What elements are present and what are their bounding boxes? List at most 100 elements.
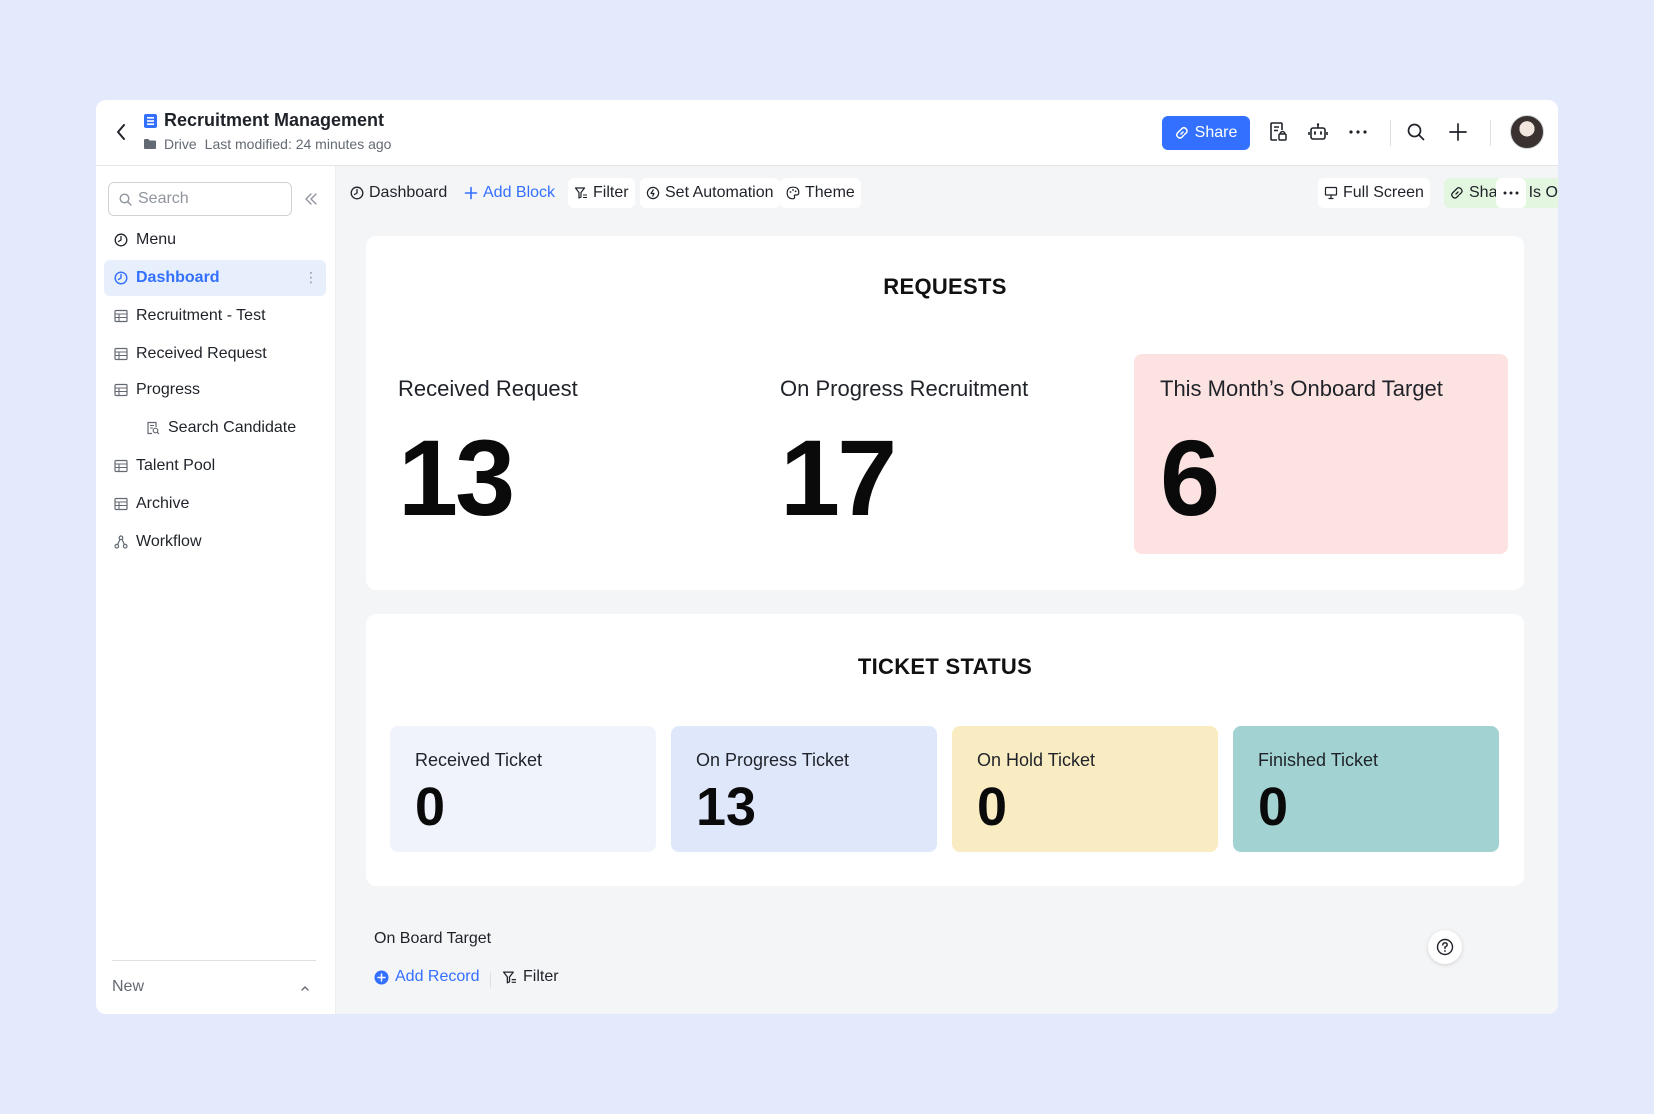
presentation-icon xyxy=(1324,186,1338,200)
drive-link[interactable]: Drive xyxy=(164,136,197,152)
sidebar-item-label: Received Request xyxy=(136,345,267,362)
sidebar-item-archive[interactable]: Archive xyxy=(104,486,326,522)
sidebar-item-workflow[interactable]: Workflow xyxy=(104,524,326,560)
metric-value: 6 xyxy=(1160,417,1220,538)
full-screen-button[interactable]: Full Screen xyxy=(1318,178,1430,208)
metric-value: 13 xyxy=(398,417,515,538)
filter-button[interactable]: Filter xyxy=(568,178,635,208)
sidebar-item-label: Archive xyxy=(136,495,190,512)
sidebar-divider xyxy=(112,960,316,961)
filter-label: Filter xyxy=(593,184,629,201)
search-icon xyxy=(1407,123,1425,141)
metric-card-onboard-target[interactable]: This Month’s Onboard Target 6 xyxy=(1134,354,1508,554)
filter-icon xyxy=(502,971,516,983)
ticket-card-received[interactable]: Received Ticket 0 xyxy=(390,726,656,852)
page-title[interactable]: Recruitment Management xyxy=(164,110,384,131)
metric-value: 17 xyxy=(780,417,897,538)
table-icon xyxy=(114,497,128,511)
onboard-target-title: On Board Target xyxy=(374,930,492,947)
plus-circle-icon xyxy=(374,970,389,984)
toolbar-divider xyxy=(490,972,491,988)
search-button[interactable] xyxy=(1404,120,1428,144)
ticket-card-on-hold[interactable]: On Hold Ticket 0 xyxy=(952,726,1218,852)
help-button[interactable] xyxy=(1428,930,1462,964)
record-filter-label: Filter xyxy=(523,968,559,985)
sidebar-item-label: Search Candidate xyxy=(168,419,297,436)
ticket-value: 0 xyxy=(1258,777,1289,837)
sidebar-item-dashboard[interactable]: Dashboard ⋮ xyxy=(104,260,326,296)
ticket-value: 13 xyxy=(696,777,757,837)
ticket-card-finished[interactable]: Finished Ticket 0 xyxy=(1233,726,1499,852)
main-content: Dashboard Add Block Filter Set Automatio… xyxy=(336,166,1558,1014)
toolbar-dashboard[interactable]: Dashboard xyxy=(344,178,453,208)
share-button[interactable]: Share xyxy=(1162,116,1250,150)
sidebar-item-label: Progress xyxy=(136,381,201,398)
table-icon xyxy=(114,309,128,323)
sidebar-item-label: Menu xyxy=(136,231,177,248)
add-record-button[interactable]: Add Record xyxy=(374,968,480,986)
table-icon xyxy=(114,459,128,473)
chevron-up-icon[interactable] xyxy=(300,984,310,992)
folder-icon xyxy=(144,139,156,149)
breadcrumb: Drive Last modified: 24 minutes ago xyxy=(144,136,391,152)
sidebar-search-input[interactable]: Search xyxy=(108,182,292,216)
kebab-menu-icon[interactable]: ⋮ xyxy=(304,269,318,286)
ai-assistant-button[interactable] xyxy=(1306,120,1330,144)
top-bar: Recruitment Management Drive Last modifi… xyxy=(96,100,1558,166)
new-button[interactable]: New xyxy=(112,978,144,996)
base-icon xyxy=(144,114,157,128)
ticket-value: 0 xyxy=(977,777,1008,837)
dashboard-icon xyxy=(350,186,364,200)
theme-label: Theme xyxy=(805,184,855,201)
create-button[interactable] xyxy=(1446,120,1470,144)
ticket-card-on-progress[interactable]: On Progress Ticket 13 xyxy=(671,726,937,852)
set-automation-button[interactable]: Set Automation xyxy=(640,178,780,208)
sidebar-item-menu[interactable]: Menu xyxy=(104,222,326,258)
header-divider xyxy=(1490,120,1491,146)
document-lock-icon xyxy=(1270,122,1287,141)
search-icon xyxy=(119,192,132,206)
sidebar-item-label: Dashboard xyxy=(136,269,220,286)
workflow-icon xyxy=(114,535,128,549)
doc-settings-button[interactable] xyxy=(1266,120,1290,144)
sidebar-item-talent-pool[interactable]: Talent Pool xyxy=(104,448,326,484)
dashboard-icon xyxy=(114,233,128,247)
last-modified: Last modified: 24 minutes ago xyxy=(204,136,392,152)
sidebar-item-recruitment-test[interactable]: Recruitment - Test xyxy=(104,298,326,334)
share-label: Share xyxy=(1194,124,1238,141)
chevron-left-icon xyxy=(117,124,125,140)
metric-label: This Month’s Onboard Target xyxy=(1160,376,1443,401)
sidebar-item-search-candidate[interactable]: Search Candidate xyxy=(104,410,326,446)
more-options-button[interactable] xyxy=(1346,120,1370,144)
theme-button[interactable]: Theme xyxy=(780,178,861,208)
requests-title: REQUESTS xyxy=(883,274,1007,299)
add-record-label: Add Record xyxy=(395,968,480,985)
set-automation-label: Set Automation xyxy=(665,184,774,201)
metric-card-on-progress-recruitment[interactable]: On Progress Recruitment 17 xyxy=(754,354,1120,554)
add-block-button[interactable]: Add Block xyxy=(458,178,561,208)
sidebar-item-label: Recruitment - Test xyxy=(136,307,266,324)
back-button[interactable] xyxy=(110,120,132,144)
sidebar-item-received-request[interactable]: Received Request xyxy=(104,336,326,372)
toolbar-dashboard-label: Dashboard xyxy=(369,184,448,201)
metric-card-received-request[interactable]: Received Request 13 xyxy=(372,354,738,554)
search-placeholder: Search xyxy=(138,190,189,207)
help-icon xyxy=(1436,938,1454,956)
user-avatar[interactable] xyxy=(1510,115,1544,149)
filter-icon xyxy=(574,187,587,199)
palette-icon xyxy=(786,186,800,200)
link-icon xyxy=(1451,187,1463,199)
add-block-label: Add Block xyxy=(483,184,556,201)
collapse-sidebar-icon[interactable] xyxy=(302,190,320,208)
ticket-status-panel: TICKET STATUS Received Ticket 0 On Progr… xyxy=(366,614,1524,886)
record-filter-button[interactable]: Filter xyxy=(502,968,559,986)
requests-panel: REQUESTS Received Request 13 On Progress… xyxy=(366,236,1524,590)
more-options-button[interactable] xyxy=(1496,178,1526,208)
ticket-value: 0 xyxy=(415,777,446,837)
ticket-label: On Hold Ticket xyxy=(977,750,1096,770)
form-icon xyxy=(147,421,160,435)
header-divider xyxy=(1390,120,1391,146)
metric-label: Received Request xyxy=(398,376,578,401)
sidebar-item-progress[interactable]: Progress xyxy=(104,372,326,408)
metric-label: On Progress Recruitment xyxy=(780,376,1029,401)
